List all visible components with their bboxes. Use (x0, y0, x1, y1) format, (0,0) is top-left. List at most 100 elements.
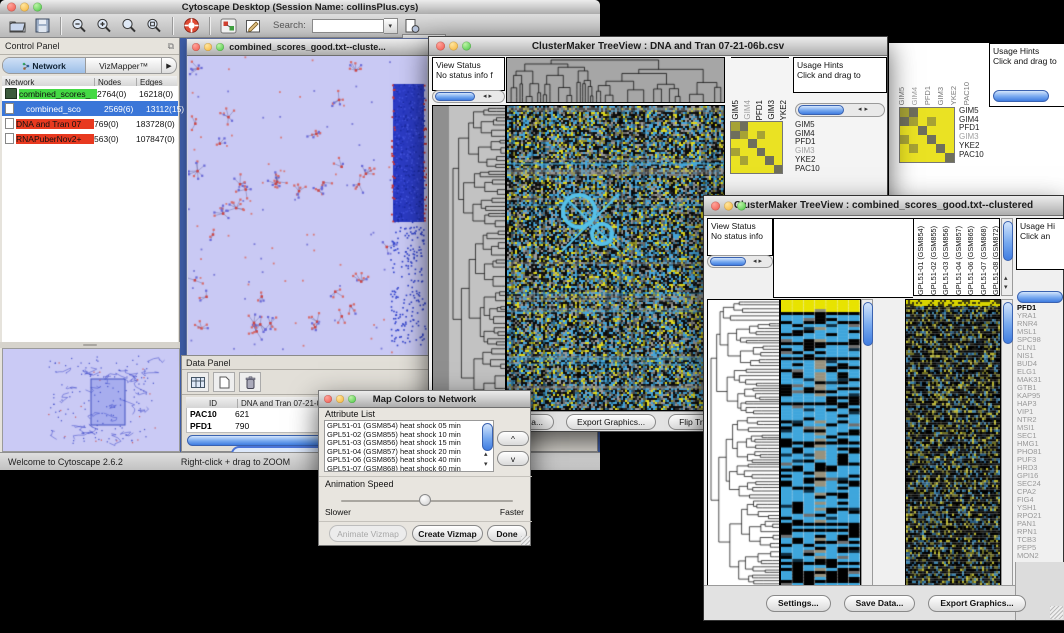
scroll-thumb[interactable] (710, 257, 746, 266)
attribute-list-item[interactable]: GPL51-07 (GSM868) heat shock 60 min (327, 465, 491, 472)
attribute-list-item[interactable]: GPL51-01 (GSM854) heat shock 05 min (327, 422, 491, 431)
scroll-thumb[interactable] (482, 423, 493, 451)
network-list-row[interactable]: DNA and Tran 07 769(0) 183728(0) (2, 116, 178, 131)
zoom-in-icon[interactable] (93, 16, 115, 36)
search-input[interactable] (312, 19, 384, 33)
scroll-thumb[interactable] (1003, 221, 1013, 261)
tv2-row-dendrogram[interactable] (707, 299, 780, 587)
network-list-row[interactable]: combined_sco 2569(6) 13112(15) (2, 101, 178, 116)
tv1-status-hscrollbar[interactable]: ◂ ▸ (432, 90, 505, 103)
tv2-heatmap-vscrollbar[interactable] (861, 299, 873, 587)
attribute-select-icon[interactable] (187, 372, 209, 392)
tv2-labels-vscrollbar[interactable]: ▴ ▾ (1001, 218, 1013, 296)
scroll-left-icon[interactable]: ◂ (483, 93, 487, 101)
scroll-thumb[interactable] (435, 92, 475, 101)
network-view-canvas[interactable] (188, 56, 427, 356)
scroll-right-icon[interactable]: ▸ (759, 258, 763, 266)
tv1-global-matrix[interactable] (730, 121, 783, 174)
tv2-global-vscrollbar[interactable] (1001, 299, 1013, 587)
close-icon[interactable] (192, 43, 200, 51)
scroll-down-icon[interactable]: ▾ (1004, 284, 1008, 292)
network-window-titlebar[interactable]: combined_scores_good.txt--cluste... (187, 39, 428, 56)
tab-network[interactable]: Network (3, 58, 86, 73)
treeview-action-button[interactable]: Save Data... (844, 595, 916, 612)
open-session-button[interactable] (6, 16, 28, 36)
tv2-gene-hscrollbar[interactable] (1017, 291, 1063, 303)
tv2-heatmap[interactable] (780, 299, 861, 587)
tv1-titlebar[interactable]: ClusterMaker TreeView : DNA and Tran 07-… (429, 37, 887, 56)
tv1-gene-labels[interactable]: GIM5GIM4PFD1GIM3YKE2PAC10 (795, 121, 835, 175)
dialog-titlebar[interactable]: Map Colors to Network (319, 391, 530, 408)
resize-grip-icon[interactable] (1050, 606, 1063, 619)
zoom-fit-icon[interactable] (118, 16, 140, 36)
minimize-icon[interactable] (449, 42, 458, 51)
zoom-window-icon[interactable] (33, 3, 42, 12)
network-list-row[interactable]: combined_scores_ 2764(0) 16218(0) (2, 86, 178, 101)
fragment-global-matrix[interactable] (899, 107, 955, 163)
scroll-up-icon[interactable]: ▴ (484, 451, 488, 459)
scroll-down-icon[interactable]: ▾ (484, 461, 488, 469)
tv1-row-dendrogram[interactable] (432, 105, 506, 411)
attribute-list-item[interactable]: GPL51-04 (GSM857) heat shock 20 min (327, 448, 491, 457)
close-icon[interactable] (711, 201, 720, 210)
minimize-icon[interactable] (336, 395, 344, 403)
scroll-right-icon[interactable]: ▸ (489, 93, 493, 101)
zoom-window-icon[interactable] (462, 42, 471, 51)
zoom-selected-icon[interactable] (143, 16, 165, 36)
zoom-window-icon[interactable] (737, 201, 746, 210)
attribute-list-item[interactable]: GPL51-03 (GSM856) heat shock 15 min (327, 439, 491, 448)
tv1-array-labels[interactable]: GIM5GIM4PFD1GIM3YKE2PAC10 (731, 57, 789, 120)
save-session-button[interactable] (31, 16, 53, 36)
help-lifesaver-icon[interactable] (180, 16, 202, 36)
create-vizmap-button[interactable]: Create Vizmap (412, 525, 483, 542)
scroll-left-icon[interactable]: ◂ (858, 106, 862, 114)
tv2-gene-list[interactable]: PFD1YRA1RNR4MSL1SPC98CLN1NIS1BUD4ELG1MAK… (1017, 304, 1063, 562)
float-panel-icon[interactable]: ⧉ (168, 41, 174, 52)
tv1-heatmap[interactable] (506, 105, 725, 411)
tv2-titlebar[interactable]: ClusterMaker TreeView : combined_scores_… (704, 196, 1063, 216)
tv2-array-labels[interactable]: GPL51-01 (GSM854)GPL51-02 (GSM855)GPL51-… (913, 218, 1000, 296)
minimize-icon[interactable] (204, 43, 212, 51)
vizmapper-icon[interactable] (217, 16, 239, 36)
zoom-out-icon[interactable] (68, 16, 90, 36)
minimize-icon[interactable] (20, 3, 29, 12)
animation-speed-slider[interactable] (341, 494, 513, 506)
tv2-global-heatmap[interactable] (905, 299, 1001, 587)
close-icon[interactable] (324, 395, 332, 403)
attribute-list-item[interactable]: GPL51-06 (GSM865) heat shock 40 min (327, 456, 491, 465)
close-icon[interactable] (436, 42, 445, 51)
treeview-action-button[interactable]: Export Graphics... (566, 414, 656, 430)
zoom-window-icon[interactable] (348, 395, 356, 403)
scroll-thumb[interactable] (1003, 302, 1013, 344)
scroll-thumb[interactable] (863, 302, 873, 346)
fragment-hscrollbar[interactable] (993, 90, 1049, 102)
tab-vizmapper[interactable]: VizMapper™ (86, 58, 162, 73)
scroll-right-icon[interactable]: ▸ (865, 106, 869, 114)
treeview-action-button[interactable]: Export Graphics... (928, 595, 1025, 612)
search-config-icon[interactable] (401, 16, 423, 36)
network-overview-panel[interactable] (2, 348, 180, 452)
annotation-icon[interactable] (242, 16, 264, 36)
tab-overflow-icon[interactable]: ▶ (162, 62, 176, 70)
search-dropdown-button[interactable]: ▾ (384, 18, 398, 34)
delete-attribute-icon[interactable] (239, 372, 261, 392)
slider-thumb[interactable] (419, 494, 431, 506)
tv2-column-dendrogram-area[interactable] (773, 218, 913, 298)
animate-vizmap-button[interactable]: Animate Vizmap (329, 525, 407, 542)
move-down-button[interactable]: v (497, 451, 529, 466)
tv1-usage-hscrollbar[interactable]: ◂ ▸ (795, 103, 885, 117)
attribute-list-item[interactable]: GPL51-02 (GSM855) heat shock 10 min (327, 431, 491, 440)
tv1-column-dendrogram[interactable] (506, 57, 725, 103)
scroll-up-icon[interactable]: ▴ (1004, 275, 1008, 283)
main-titlebar[interactable]: Cytoscape Desktop (Session Name: collins… (0, 0, 600, 15)
scroll-thumb[interactable] (798, 105, 844, 115)
zoom-window-icon[interactable] (216, 43, 224, 51)
treeview-action-button[interactable]: Settings... (766, 595, 831, 612)
move-up-button[interactable]: ^ (497, 431, 529, 446)
network-list-row[interactable]: RNAPuberNov2+ 563(0) 107847(0) (2, 131, 178, 146)
close-icon[interactable] (7, 3, 16, 12)
new-attribute-icon[interactable] (213, 372, 235, 392)
tv2-status-hscrollbar[interactable]: ◂ ▸ (707, 255, 773, 268)
minimize-icon[interactable] (724, 201, 733, 210)
resize-grip-icon[interactable] (521, 536, 530, 545)
